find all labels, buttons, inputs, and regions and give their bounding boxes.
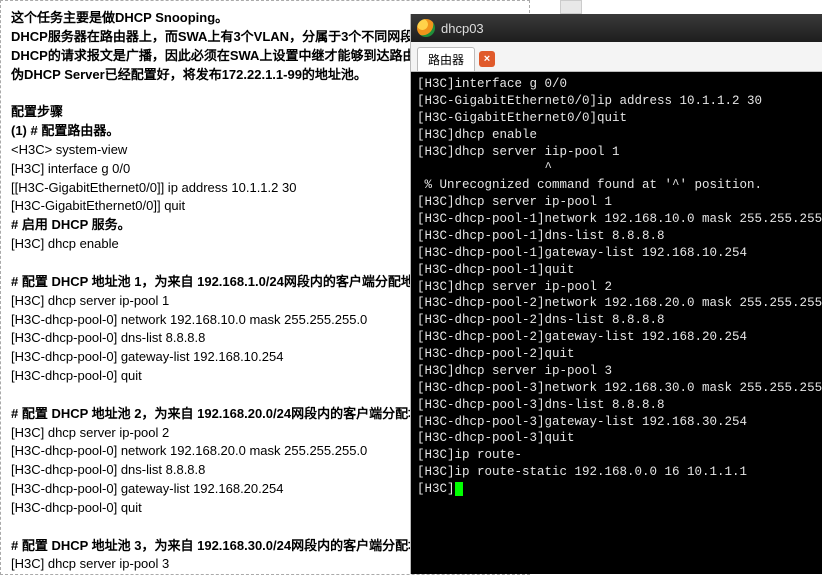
terminal-window: dhcp03 路由器 × [H3C]interface g 0/0[H3C-Gi… (410, 14, 822, 574)
terminal-line: [H3C]dhcp enable (417, 127, 816, 144)
pane-divider (560, 0, 582, 14)
terminal-line: [H3C-dhcp-pool-2]quit (417, 346, 816, 363)
terminal-line: [H3C-dhcp-pool-2]network 192.168.20.0 ma… (417, 295, 816, 312)
terminal-line: % Unrecognized command found at '^' posi… (417, 177, 816, 194)
terminal-line: [H3C]dhcp server iip-pool 1 (417, 144, 816, 161)
terminal-output[interactable]: [H3C]interface g 0/0[H3C-GigabitEthernet… (411, 72, 822, 574)
terminal-line: [H3C-GigabitEthernet0/0]quit (417, 110, 816, 127)
terminal-line: [H3C]dhcp server ip-pool 1 (417, 194, 816, 211)
tab-router[interactable]: 路由器 (417, 47, 475, 71)
cursor-icon (455, 482, 463, 496)
terminal-line: [H3C-dhcp-pool-2]dns-list 8.8.8.8 (417, 312, 816, 329)
terminal-line: [H3C]ip route-static 192.168.0.0 16 10.1… (417, 464, 816, 481)
terminal-line: [H3C-dhcp-pool-3]dns-list 8.8.8.8 (417, 397, 816, 414)
terminal-prompt: [H3C] (417, 482, 455, 496)
terminal-line: [H3C-dhcp-pool-3]gateway-list 192.168.30… (417, 414, 816, 431)
terminal-line: [H3C-dhcp-pool-1]gateway-list 192.168.10… (417, 245, 816, 262)
terminal-line: [H3C-dhcp-pool-3]quit (417, 430, 816, 447)
tab-label: 路由器 (428, 53, 464, 67)
window-titlebar[interactable]: dhcp03 (411, 14, 822, 42)
terminal-line: [H3C-dhcp-pool-1]network 192.168.10.0 ma… (417, 211, 816, 228)
terminal-line: ^ (417, 160, 816, 177)
terminal-line: [H3C-dhcp-pool-1]dns-list 8.8.8.8 (417, 228, 816, 245)
terminal-line: [H3C-dhcp-pool-2]gateway-list 192.168.20… (417, 329, 816, 346)
terminal-line: [H3C]interface g 0/0 (417, 76, 816, 93)
terminal-line: [H3C]dhcp server ip-pool 2 (417, 279, 816, 296)
terminal-line: [H3C]dhcp server ip-pool 3 (417, 363, 816, 380)
close-glyph: × (484, 53, 490, 65)
window-title: dhcp03 (441, 21, 484, 36)
terminal-prompt-line: [H3C] (417, 481, 816, 498)
tab-bar: 路由器 × (411, 42, 822, 72)
terminal-line: [H3C-dhcp-pool-1]quit (417, 262, 816, 279)
close-icon[interactable]: × (479, 51, 495, 67)
terminal-line: [H3C]ip route- (417, 447, 816, 464)
terminal-line: [H3C-GigabitEthernet0/0]ip address 10.1.… (417, 93, 816, 110)
app-logo-icon (417, 19, 435, 37)
terminal-line: [H3C-dhcp-pool-3]network 192.168.30.0 ma… (417, 380, 816, 397)
